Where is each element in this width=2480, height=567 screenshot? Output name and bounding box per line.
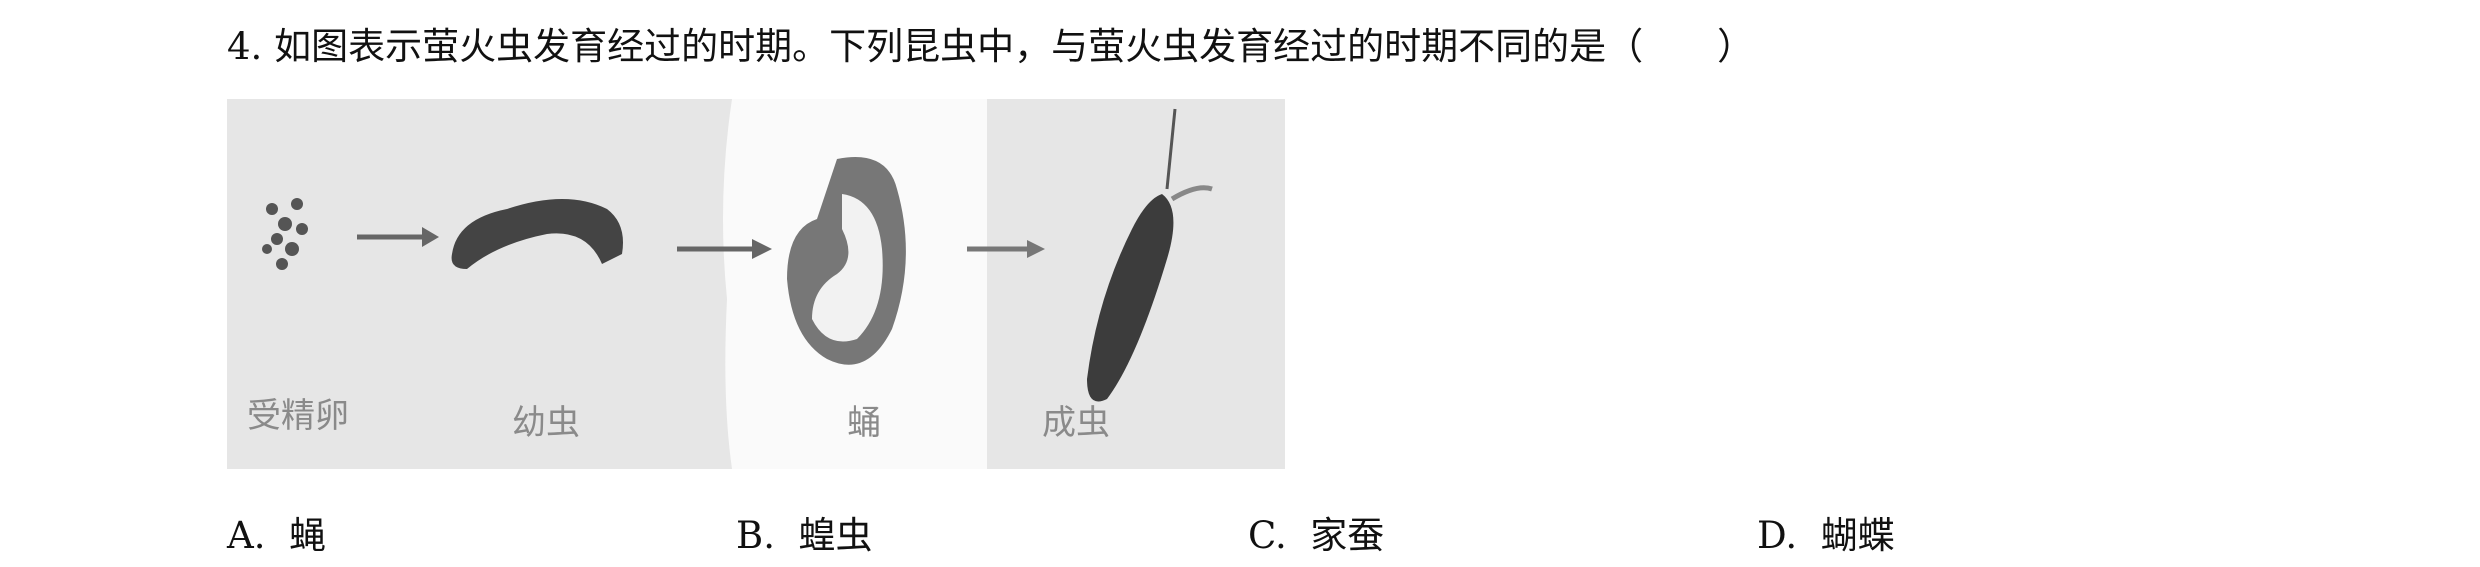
option-letter: C. xyxy=(1248,514,1287,557)
option-text: 家蚕 xyxy=(1310,514,1385,557)
stage-label-egg: 受精卵 xyxy=(247,396,349,436)
option-a[interactable]: A. 蝇 xyxy=(227,505,326,559)
option-c[interactable]: C. 家蚕 xyxy=(1248,505,1384,559)
firefly-lifecycle-figure: 受精卵 幼虫 蛹 成虫 xyxy=(227,99,1285,469)
stage-label-pupa: 蛹 xyxy=(847,403,881,443)
option-d[interactable]: D. 蝴蝶 xyxy=(1757,505,1895,559)
stage-label-adult: 成虫 xyxy=(1042,403,1110,443)
stage-label-larva: 幼虫 xyxy=(512,403,580,443)
question-number: 4. xyxy=(227,25,263,68)
option-text: 蝴蝶 xyxy=(1820,514,1895,557)
option-letter: A. xyxy=(227,514,266,557)
option-letter: D. xyxy=(1757,514,1798,557)
option-letter: B. xyxy=(736,514,775,557)
question-text: 如图表示萤火虫发育经过的时期。下列昆虫中，与萤火虫发育经过的时期不同的是（ ） xyxy=(274,25,1755,68)
option-b[interactable]: B. 蝗虫 xyxy=(736,505,872,559)
option-text: 蝇 xyxy=(289,514,327,557)
option-text: 蝗虫 xyxy=(798,514,873,557)
question-stem: 4. 如图表示萤火虫发育经过的时期。下列昆虫中，与萤火虫发育经过的时期不同的是（… xyxy=(227,16,1754,70)
